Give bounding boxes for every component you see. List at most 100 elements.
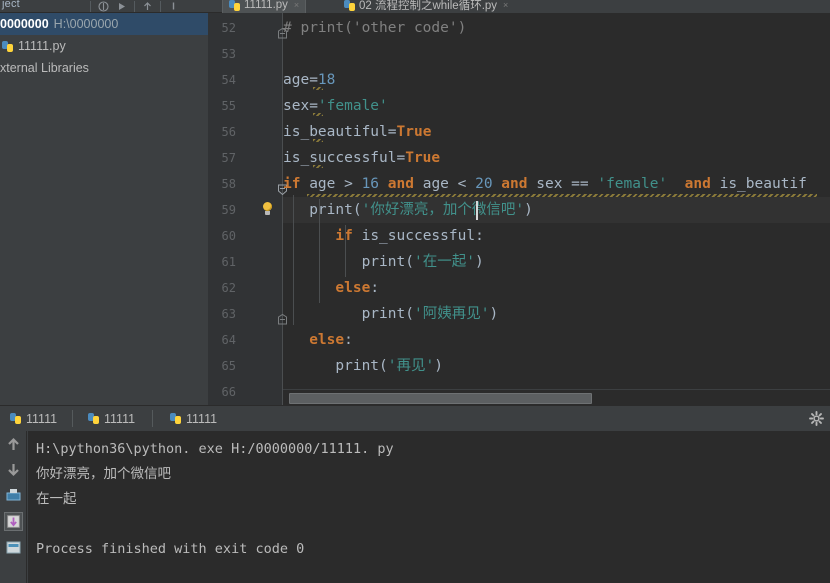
line-number: 62 — [221, 281, 236, 295]
python-run-icon — [88, 413, 99, 424]
tree-item-label: 0000000 — [0, 17, 49, 31]
run-tab-label: 11111 — [186, 411, 218, 426]
python-run-icon — [170, 413, 181, 424]
line-number: 64 — [221, 333, 236, 347]
soft-wrap-icon[interactable] — [4, 512, 23, 531]
use-console-icon[interactable] — [4, 538, 23, 557]
code-token: 18 — [317, 72, 336, 88]
line-number: 57 — [221, 151, 236, 165]
run-tab-2[interactable]: 11111 — [78, 406, 145, 431]
update-project-icon[interactable] — [142, 1, 153, 12]
code-token: : — [370, 280, 380, 296]
line-number: 52 — [221, 21, 236, 35]
code-token: : — [344, 332, 353, 348]
run-tab-bar: 11111 11111 11111 — [0, 406, 830, 431]
toolbar-divider-2 — [134, 1, 135, 12]
code-line[interactable]: print('在一起') — [283, 249, 484, 275]
indent-guide — [319, 199, 320, 303]
code-text-area[interactable]: # print('other code') age=18 sex='female' i… — [263, 13, 830, 405]
python-file-icon — [2, 40, 13, 52]
code-token: ) — [474, 254, 484, 270]
line-number: 63 — [221, 307, 236, 321]
code-token: sex= — [283, 98, 318, 114]
editor-tab-label: 02 流程控制之while循环.py — [359, 0, 498, 12]
editor-horizontal-scrollbar[interactable] — [283, 389, 830, 405]
pycharm-window: ject 11111.py × 02 流程控制之while循环.py × 000… — [0, 0, 830, 583]
run-tab-1[interactable]: 11111 — [0, 406, 67, 431]
code-line[interactable]: is_beautiful=True — [283, 119, 431, 145]
code-token: ) — [524, 202, 533, 218]
console-line: 在一起 — [36, 491, 77, 507]
text-caret — [476, 201, 478, 220]
code-token: 20 — [475, 176, 493, 192]
editor-tab-while-loop[interactable]: 02 流程控制之while循环.py × — [337, 0, 516, 14]
code-token: ) — [434, 358, 443, 374]
code-line[interactable]: is_successful=True — [283, 145, 440, 171]
code-token: else — [335, 280, 371, 296]
line-number: 66 — [221, 385, 236, 399]
code-editor[interactable]: 52 53 54 55 56 57 58 59 60 61 62 63 64 65 66 # print('… — [208, 13, 830, 405]
line-number: 61 — [221, 255, 236, 269]
run-tab-3[interactable]: 11111 — [160, 406, 227, 431]
navigate-icon[interactable] — [98, 1, 109, 12]
tree-item-label: xternal Libraries — [0, 61, 89, 75]
scroll-down-icon[interactable] — [4, 460, 23, 479]
code-token: age > — [300, 176, 362, 192]
code-line[interactable]: print('你好漂亮，加个微信吧') — [263, 197, 830, 223]
code-token: is_beautif — [710, 176, 807, 192]
code-line[interactable]: else: — [283, 275, 379, 301]
run-tab-divider-2 — [152, 410, 153, 427]
code-token: print( — [361, 254, 414, 270]
editor-tab-label: 11111.py — [244, 0, 288, 11]
run-icon[interactable] — [116, 1, 127, 12]
run-tab-divider-1 — [72, 410, 73, 427]
code-token: # print('other code') — [283, 20, 467, 36]
inspection-squiggle — [313, 87, 323, 90]
code-line[interactable]: age=18 — [283, 67, 335, 93]
editor-tab-bar: 11111.py × 02 流程控制之while循环.py × — [222, 0, 830, 14]
line-number: 54 — [221, 73, 236, 87]
tree-item-label: 11111.py — [18, 39, 66, 53]
intention-bulb-icon[interactable] — [261, 202, 274, 217]
code-token: print( — [335, 358, 388, 374]
print-icon[interactable] — [4, 486, 23, 505]
code-token: True — [405, 150, 441, 166]
line-number: 65 — [221, 359, 236, 373]
code-token: 'female' — [597, 176, 668, 192]
code-token: '你好漂亮，加个微信吧' — [361, 202, 525, 218]
code-token: sex == — [527, 176, 598, 192]
run-console-output[interactable]: H:\python36\python. exe H:/0000000/11111… — [28, 431, 830, 583]
indent-guide — [345, 225, 346, 277]
code-token: ) — [489, 306, 499, 322]
commit-icon[interactable] — [168, 1, 179, 12]
tree-item-11111-py[interactable]: 11111.py — [0, 35, 208, 57]
code-token: if — [283, 176, 301, 192]
console-line: H:\python36\python. exe H:/0000000/11111… — [36, 441, 394, 457]
python-file-icon — [344, 0, 355, 11]
gear-icon[interactable] — [809, 411, 824, 426]
tree-item-project-root[interactable]: 0000000 H:\0000000 — [0, 13, 208, 35]
code-token: 16 — [361, 176, 380, 192]
scrollbar-thumb[interactable] — [289, 393, 592, 404]
code-token: is_successful: — [352, 228, 484, 244]
code-line[interactable]: # print('other code') — [283, 15, 466, 41]
code-line[interactable]: sex='female' — [283, 93, 388, 119]
code-line[interactable]: print('再见') — [283, 353, 443, 379]
toolbar-divider-1 — [90, 1, 91, 12]
code-token: '阿姨再见' — [413, 306, 490, 322]
tree-item-external-libraries[interactable]: xternal Libraries — [0, 57, 208, 79]
close-icon[interactable]: × — [294, 0, 299, 10]
inspection-squiggle — [313, 113, 323, 116]
console-line: Process finished with exit code 0 — [36, 541, 305, 557]
line-number: 55 — [221, 99, 236, 113]
code-token: age= — [283, 72, 318, 88]
editor-tab-11111[interactable]: 11111.py × — [222, 0, 307, 14]
code-line[interactable]: print('阿姨再见') — [283, 301, 499, 327]
close-icon[interactable]: × — [503, 0, 508, 10]
project-tool-label: ject — [2, 0, 20, 10]
code-line[interactable]: if is_successful: — [283, 223, 484, 249]
rerun-up-icon[interactable] — [4, 435, 23, 454]
code-line[interactable]: else: — [283, 327, 353, 353]
code-token: else — [309, 332, 345, 348]
